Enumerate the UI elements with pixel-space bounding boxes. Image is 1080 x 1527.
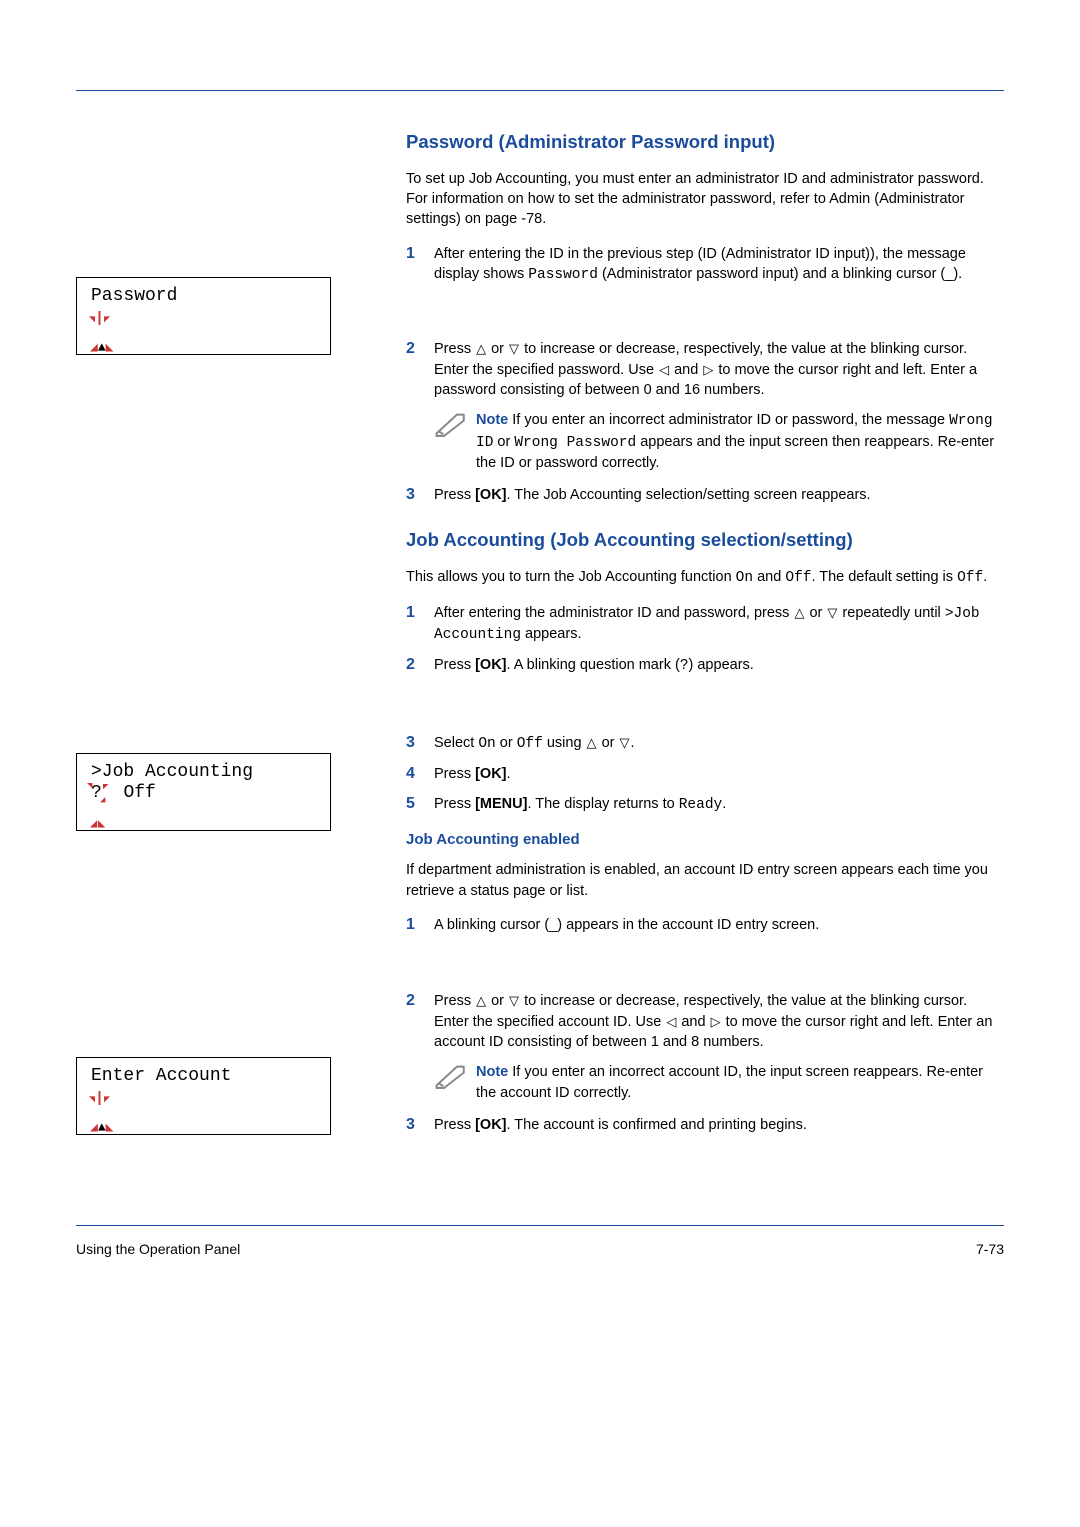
step-body: Press [OK]. The Job Accounting selection…: [434, 485, 1004, 505]
note-text: Note If you enter an incorrect administr…: [476, 410, 1004, 473]
intro-para: If department administration is enabled,…: [406, 860, 1004, 901]
lcd-line: Password: [91, 286, 326, 307]
left-column: Password ◥|◤ ◢▲◣ >Job Accounting ◥ ? ◢ ◤…: [76, 129, 406, 1145]
step-body: Press [OK]. A blinking question mark (?)…: [434, 655, 1004, 676]
divider-top: [76, 90, 1004, 91]
right-column: Password (Administrator Password input) …: [406, 129, 1004, 1145]
steps-password: 1 After entering the ID in the previous …: [406, 244, 1004, 286]
step-body: Press [OK].: [434, 764, 1004, 784]
lcd-line: >Job Accounting: [91, 762, 326, 783]
page-content: Password ◥|◤ ◢▲◣ >Job Accounting ◥ ? ◢ ◤…: [76, 129, 1004, 1145]
step-body: After entering the ID in the previous st…: [434, 244, 1004, 286]
note-block: Note If you enter an incorrect account I…: [434, 1062, 1004, 1103]
intro-para: To set up Job Accounting, you must enter…: [406, 169, 1004, 230]
steps-job-accounting: 1 After entering the administrator ID an…: [406, 603, 1004, 677]
note-block: Note If you enter an incorrect administr…: [434, 410, 1004, 473]
step-body: Select On or Off using or .: [434, 733, 1004, 754]
down-icon: [509, 991, 519, 1011]
footer-right: 7-73: [976, 1240, 1004, 1260]
up-icon: [476, 991, 486, 1011]
step-num: 3: [406, 733, 434, 754]
heading-job-accounting: Job Accounting (Job Accounting selection…: [406, 527, 1004, 553]
footer-left: Using the Operation Panel: [76, 1240, 240, 1260]
step-num: 3: [406, 1115, 434, 1135]
step-body: A blinking cursor (_) appears in the acc…: [434, 915, 1004, 935]
steps-enabled: 1 A blinking cursor (_) appears in the a…: [406, 915, 1004, 935]
down-icon: [620, 733, 630, 753]
heading-password: Password (Administrator Password input): [406, 129, 1004, 155]
heading-job-enabled: Job Accounting enabled: [406, 829, 1004, 850]
step-num: 2: [406, 991, 434, 1052]
lcd-enter-account: Enter Account ◥|◤ ◢▲◣: [76, 1057, 331, 1135]
up-icon: [587, 733, 597, 753]
step-num: 4: [406, 764, 434, 784]
step-body: After entering the administrator ID and …: [434, 603, 1004, 646]
step-num: 3: [406, 485, 434, 505]
up-icon: [794, 603, 804, 623]
step-body: Press [MENU]. The display returns to Rea…: [434, 794, 1004, 815]
note-icon: [434, 1062, 476, 1103]
right-icon: [711, 1012, 721, 1032]
lcd-job-accounting: >Job Accounting ◥ ? ◢ ◤ Off ◢ ◣: [76, 753, 331, 831]
step-num: 5: [406, 794, 434, 815]
down-icon: [509, 339, 519, 359]
right-icon: [703, 360, 713, 380]
down-icon: [827, 603, 837, 623]
step-num: 1: [406, 915, 434, 935]
step-body: Press [OK]. The account is confirmed and…: [434, 1115, 1004, 1135]
step-num: 2: [406, 339, 434, 400]
lcd-password: Password ◥|◤ ◢▲◣: [76, 277, 331, 355]
divider-bottom: [76, 1225, 1004, 1226]
note-icon: [434, 410, 476, 473]
lcd-line: ◥ ? ◢ ◤ Off: [91, 783, 326, 804]
note-text: Note If you enter an incorrect account I…: [476, 1062, 1004, 1103]
left-icon: [659, 360, 669, 380]
step-body: Press or to increase or decrease, respec…: [434, 339, 1004, 400]
step-body: Press or to increase or decrease, respec…: [434, 991, 1004, 1052]
left-icon: [666, 1012, 676, 1032]
step-num: 1: [406, 603, 434, 646]
footer: Using the Operation Panel 7-73: [76, 1240, 1004, 1260]
lcd-line: Enter Account: [91, 1066, 326, 1087]
step-num: 1: [406, 244, 434, 286]
step-num: 2: [406, 655, 434, 676]
up-icon: [476, 339, 486, 359]
intro-para: This allows you to turn the Job Accounti…: [406, 567, 1004, 588]
